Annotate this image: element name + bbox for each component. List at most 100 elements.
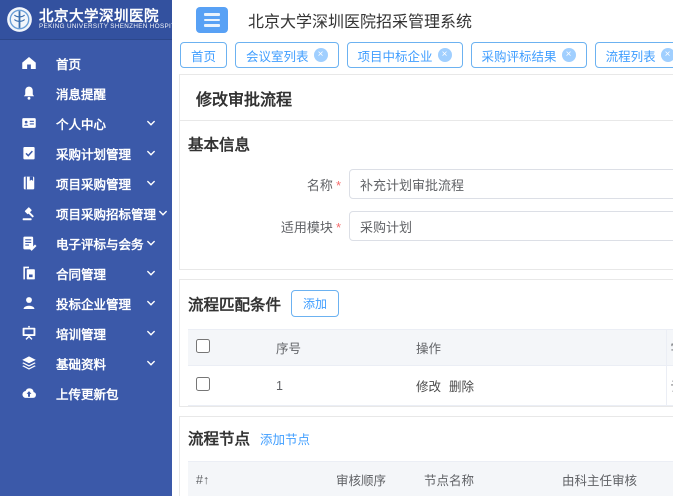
hospital-name: 北京大学深圳医院 [39, 9, 183, 24]
content: 修改审批流程 基本信息 名称* 适用模块* 流程匹配条件 [172, 74, 673, 496]
actions-cell: 修改删除 [408, 366, 666, 406]
sidebar-item-label: 合同管理 [56, 264, 144, 283]
sidebar-item-label: 上传更新包 [56, 384, 158, 403]
sidebar-item-label: 消息提醒 [56, 84, 158, 103]
sidebar-item-label: 个人中心 [56, 114, 144, 133]
close-icon[interactable]: × [314, 48, 328, 62]
bell-icon [20, 84, 38, 102]
sidebar-item-bidding-management[interactable]: 项目采购招标管理 [0, 198, 172, 228]
main-area: 北京大学深圳医院招采管理系统 首页 会议室列表 × 项目中标企业 × 采购评标结… [172, 0, 673, 496]
system-title: 北京大学深圳医院招采管理系统 [248, 8, 472, 32]
chevron-down-icon [144, 326, 158, 340]
column-header-partial: 字 [666, 330, 673, 366]
contract-icon [20, 264, 38, 282]
document-edit-icon [20, 234, 38, 252]
cloud-upload-icon [20, 384, 38, 402]
tab-label: 项目中标企业 [358, 46, 433, 65]
tab-home[interactable]: 首页 [180, 42, 227, 68]
close-icon[interactable]: × [661, 48, 673, 62]
topbar: 北京大学深圳医院招采管理系统 [172, 0, 673, 40]
delete-link[interactable]: 删除 [449, 380, 474, 394]
sidebar-item-upload-update[interactable]: 上传更新包 [0, 378, 172, 408]
sidebar-menu: 首页 消息提醒 个人中心 采购计划管理 项目采购管理 项目采购招标管理 [0, 40, 172, 408]
tab-meeting-room-list[interactable]: 会议室列表 × [235, 42, 339, 68]
nodes-section-title: 流程节点 [188, 427, 250, 449]
sidebar-item-label: 电子评标与会务 [56, 234, 144, 253]
sidebar-item-label: 培训管理 [56, 324, 144, 343]
required-mark: * [336, 220, 341, 235]
sidebar-item-personal-center[interactable]: 个人中心 [0, 108, 172, 138]
column-header-dept-review: 由科主任审核 [554, 462, 673, 496]
name-field-label: 名称* [188, 175, 341, 194]
sidebar-item-label: 项目采购招标管理 [56, 204, 156, 223]
chevron-down-icon [144, 116, 158, 130]
sidebar-item-contract-management[interactable]: 合同管理 [0, 258, 172, 288]
hamburger-menu-button[interactable] [196, 7, 228, 33]
id-card-icon [20, 114, 38, 132]
sidebar-item-label: 基础资料 [56, 354, 144, 373]
module-field-row: 适用模块* [188, 211, 673, 241]
select-all-header [188, 330, 268, 366]
hospital-name-en: PEKING UNIVERSITY SHENZHEN HOSPITAL [39, 24, 183, 31]
layers-icon [20, 354, 38, 372]
seq-cell: 1 [268, 366, 408, 406]
sidebar-item-label: 项目采购管理 [56, 174, 144, 193]
tab-label: 流程列表 [606, 46, 656, 65]
chevron-down-icon [144, 236, 158, 250]
tab-label: 首页 [191, 46, 216, 65]
column-header-order: 审核顺序 [328, 462, 416, 496]
gavel-icon [20, 204, 38, 222]
sidebar-item-bidder-companies[interactable]: 投标企业管理 [0, 288, 172, 318]
module-input[interactable] [349, 211, 673, 241]
module-field-label: 适用模块* [188, 217, 341, 236]
close-icon[interactable]: × [438, 48, 452, 62]
column-header-node-name: 节点名称 [416, 462, 554, 496]
tab-winning-companies[interactable]: 项目中标企业 × [347, 42, 463, 68]
user-icon [20, 294, 38, 312]
sidebar-item-label: 采购计划管理 [56, 144, 144, 163]
presentation-icon [20, 324, 38, 342]
chevron-down-icon [144, 356, 158, 370]
column-header-actions: 操作 [408, 330, 666, 366]
sidebar: 北京大学深圳医院 PEKING UNIVERSITY SHENZHEN HOSP… [0, 0, 172, 496]
basic-info-card: 修改审批流程 基本信息 名称* 适用模块* [179, 74, 673, 270]
chevron-down-icon [144, 146, 158, 160]
sidebar-item-training-management[interactable]: 培训管理 [0, 318, 172, 348]
conditions-table: 序号 操作 字 1 修改删除 计 [188, 329, 673, 406]
sidebar-item-procurement-plan[interactable]: 采购计划管理 [0, 138, 172, 168]
sidebar-item-e-evaluation[interactable]: 电子评标与会务 [0, 228, 172, 258]
conditions-section-title: 流程匹配条件 [188, 293, 281, 315]
tab-label: 采购评标结果 [482, 46, 557, 65]
tab-process-list[interactable]: 流程列表 × [595, 42, 673, 68]
chevron-down-icon [144, 296, 158, 310]
home-icon [20, 54, 38, 72]
partial-cell: 计 [666, 366, 673, 406]
sidebar-item-label: 首页 [56, 54, 158, 73]
add-node-link[interactable]: 添加节点 [260, 429, 310, 448]
tab-label: 会议室列表 [246, 46, 309, 65]
chevron-down-icon [144, 176, 158, 190]
add-condition-button[interactable]: 添加 [291, 290, 339, 317]
sidebar-item-project-procurement[interactable]: 项目采购管理 [0, 168, 172, 198]
required-mark: * [336, 178, 341, 193]
page-title: 修改审批流程 [196, 86, 673, 110]
sidebar-item-home[interactable]: 首页 [0, 48, 172, 78]
close-icon[interactable]: × [562, 48, 576, 62]
conditions-card: 流程匹配条件 添加 序号 操作 字 1 [179, 279, 673, 407]
row-checkbox[interactable] [196, 377, 210, 391]
sidebar-item-messages[interactable]: 消息提醒 [0, 78, 172, 108]
chevron-down-icon [144, 266, 158, 280]
sidebar-item-basic-data[interactable]: 基础资料 [0, 348, 172, 378]
hospital-emblem-icon [6, 6, 33, 33]
tab-evaluation-results[interactable]: 采购评标结果 × [471, 42, 587, 68]
edit-link[interactable]: 修改 [416, 380, 441, 394]
name-input[interactable] [349, 169, 673, 199]
column-header-seq: 序号 [268, 330, 408, 366]
column-header-hash-sort[interactable]: #↑ [188, 462, 328, 496]
name-field-row: 名称* [188, 169, 673, 199]
hospital-logo: 北京大学深圳医院 PEKING UNIVERSITY SHENZHEN HOSP… [0, 0, 172, 40]
basic-info-section-title: 基本信息 [188, 133, 673, 155]
select-all-checkbox[interactable] [196, 339, 210, 353]
table-row: 1 修改删除 计 [188, 366, 673, 406]
chevron-down-icon [156, 206, 170, 220]
